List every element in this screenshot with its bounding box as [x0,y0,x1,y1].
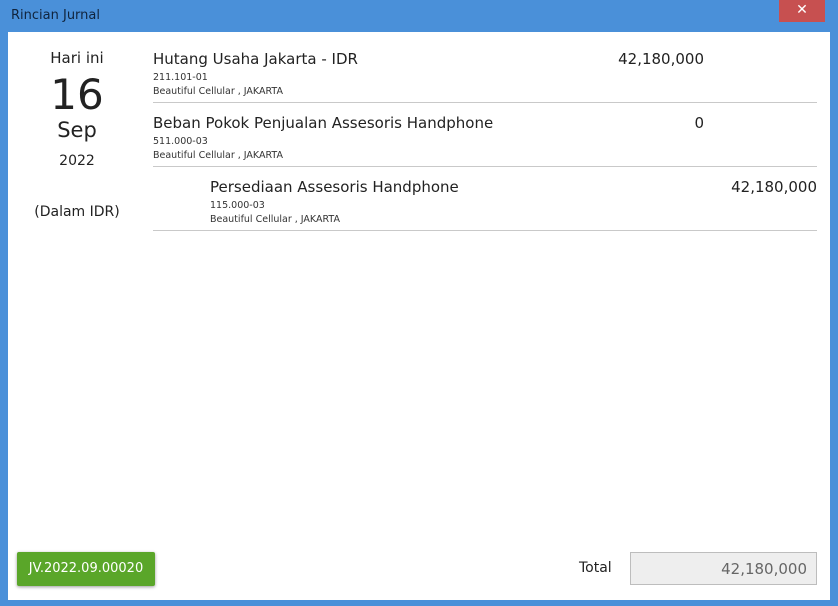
account-branch: Beautiful Cellular , JAKARTA [153,150,283,161]
journal-entry-debit-2[interactable]: Beban Pokok Penjualan Assesoris Handphon… [153,102,817,167]
today-label: Hari ini [50,49,104,67]
account-name: Persediaan Assesoris Handphone [210,178,459,196]
dialog-content: Hari ini 16 Sep 2022 (Dalam IDR) Hutang … [8,32,830,600]
debit-amount: 42,180,000 [618,50,704,68]
debit-amount: 0 [694,114,704,132]
account-code: 211.101-01 [153,72,208,83]
date-month: Sep [57,118,97,142]
close-button[interactable]: ✕ [779,0,825,22]
account-code: 115.000-03 [210,200,265,211]
close-icon: ✕ [796,2,808,18]
journal-number-button[interactable]: JV.2022.09.00020 [17,552,155,586]
journal-entry-credit-1[interactable]: Persediaan Assesoris Handphone 115.000-0… [153,166,817,231]
account-branch: Beautiful Cellular , JAKARTA [153,86,283,97]
date-year: 2022 [59,153,95,169]
total-value: 42,180,000 [721,560,807,578]
window-title: Rincian Jurnal [11,8,100,23]
total-field: 42,180,000 [630,552,817,585]
total-label: Total [579,560,612,576]
journal-detail-window: Rincian Jurnal ✕ Hari ini 16 Sep 2022 (D… [0,0,838,606]
credit-amount: 42,180,000 [731,178,817,196]
account-name: Hutang Usaha Jakarta - IDR [153,50,358,68]
currency-note: (Dalam IDR) [34,204,120,220]
account-name: Beban Pokok Penjualan Assesoris Handphon… [153,114,494,132]
account-branch: Beautiful Cellular , JAKARTA [210,214,340,225]
title-bar[interactable]: Rincian Jurnal ✕ [0,0,838,32]
date-day: 16 [50,70,104,119]
journal-entry-debit-1[interactable]: Hutang Usaha Jakarta - IDR 211.101-01 Be… [153,38,817,103]
account-code: 511.000-03 [153,136,208,147]
